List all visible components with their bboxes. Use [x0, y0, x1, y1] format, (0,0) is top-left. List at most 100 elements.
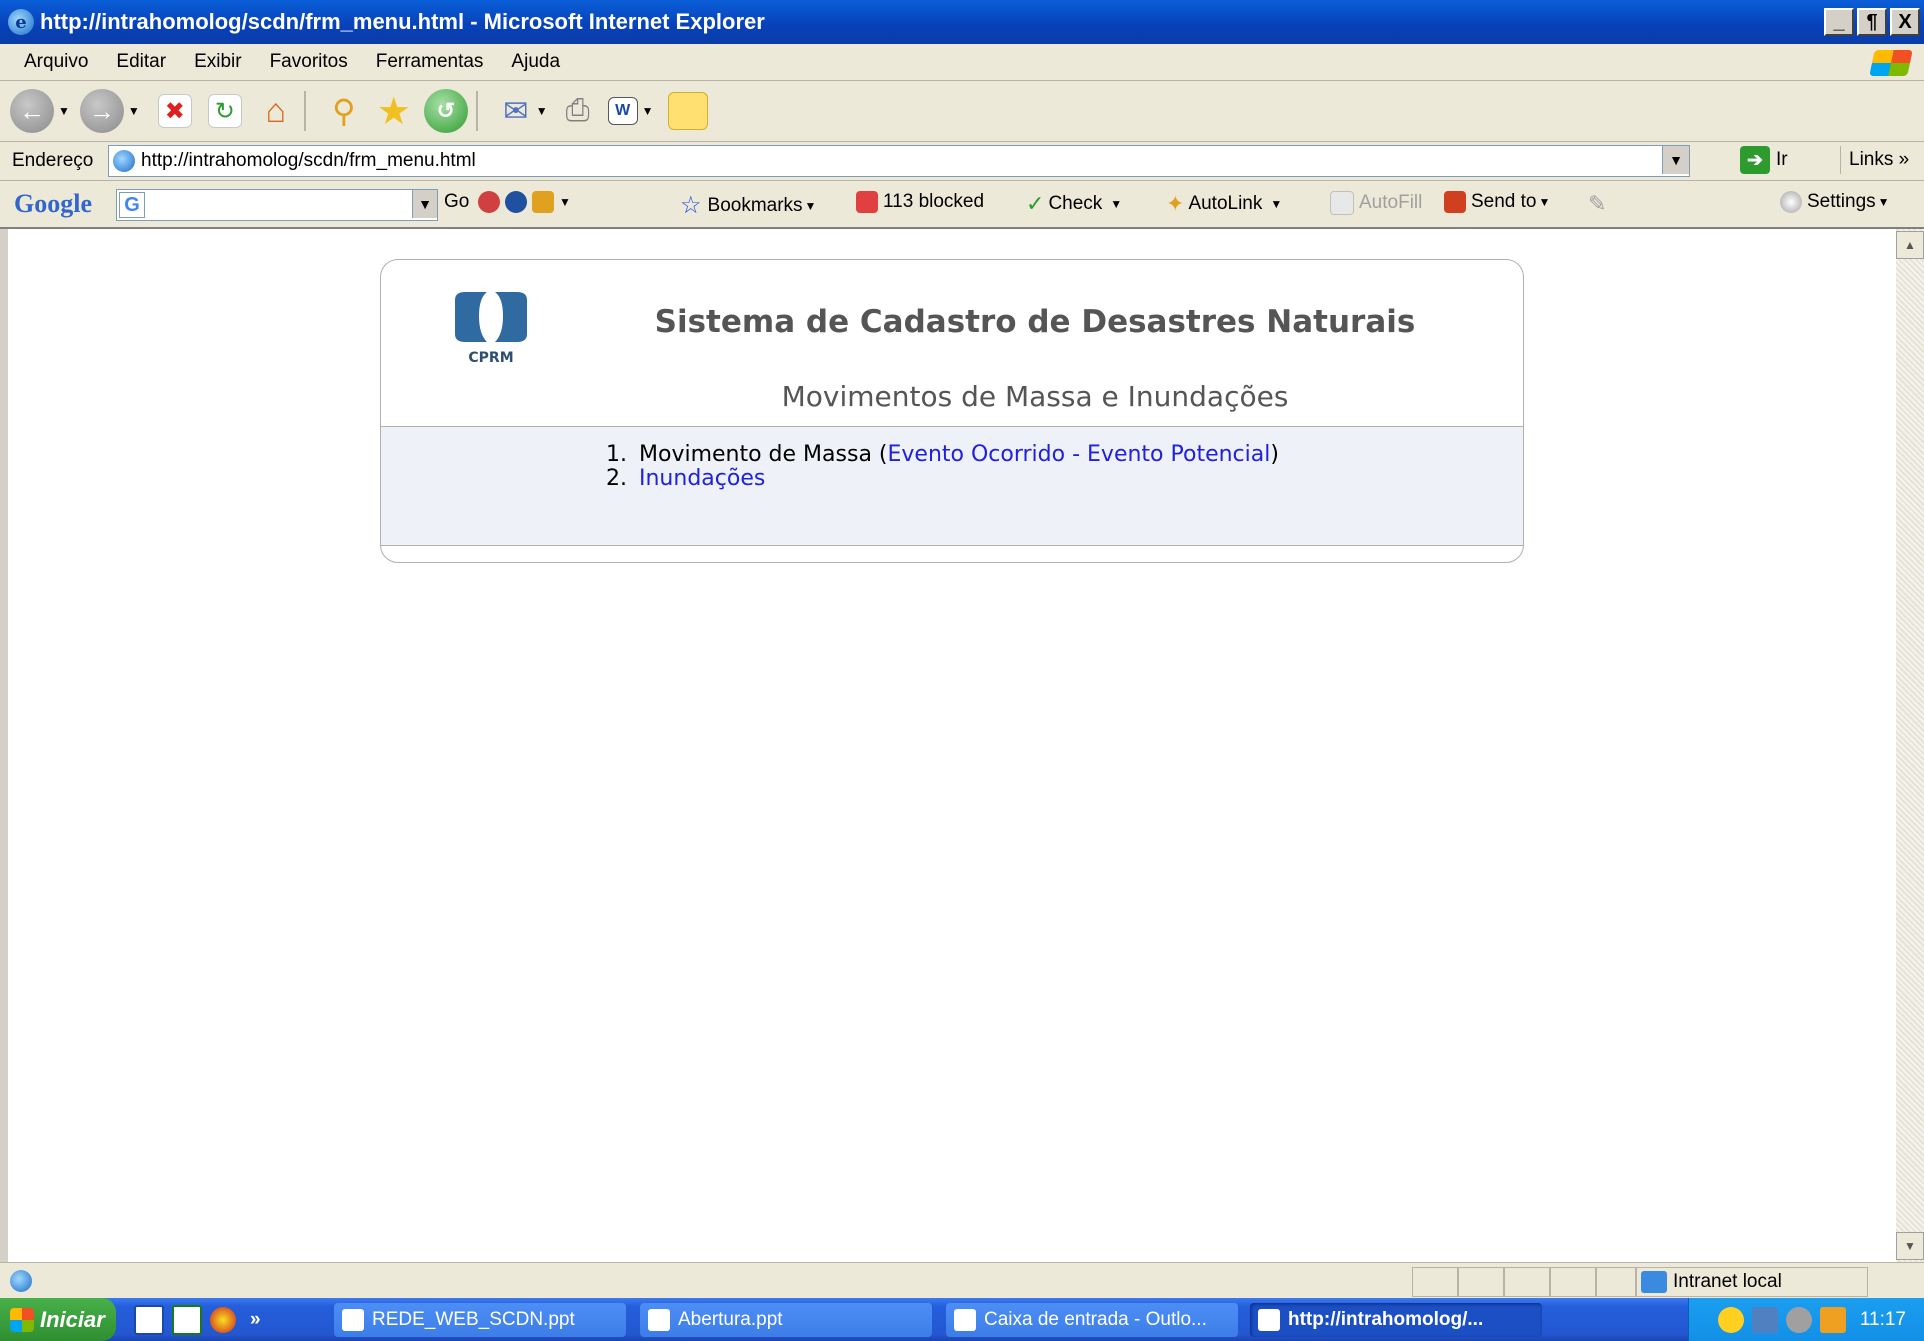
page-title: Sistema de Cadastro de Desastres Naturai… [654, 304, 1416, 340]
security-zone: Intranet local [1636, 1267, 1868, 1297]
quicklaunch-more[interactable]: » [250, 1309, 261, 1331]
google-g-icon[interactable]: G [119, 192, 145, 218]
stop-icon[interactable]: ✖ [157, 94, 192, 128]
mail-icon[interactable]: ✉ [496, 91, 536, 131]
bookmarks-star-icon: ☆ [680, 192, 702, 219]
go-arrow-icon: ➔ [1740, 146, 1770, 174]
task-internet-explorer[interactable]: http://intrahomolog/... [1250, 1303, 1542, 1337]
security-icon[interactable] [1717, 1306, 1744, 1333]
address-url[interactable]: http://intrahomolog/scdn/frm_menu.html [141, 150, 476, 172]
ie-task-icon [1258, 1309, 1280, 1331]
history-icon[interactable]: ↺ [423, 89, 468, 133]
bookmarks-button[interactable]: ☆ Bookmarks ▼ [680, 191, 816, 220]
word-icon[interactable] [134, 1304, 164, 1335]
spellcheck-button[interactable]: ✓ Check ▼ [1026, 191, 1122, 217]
menu-editar[interactable]: Editar [116, 51, 166, 73]
browse-icon[interactable] [505, 191, 527, 213]
address-dropdown-icon[interactable]: ▼ [1662, 146, 1689, 174]
autolink-button[interactable]: ✦ AutoLink ▼ [1166, 191, 1282, 217]
zone-label: Intranet local [1673, 1271, 1782, 1292]
page-viewport: CPRM Sistema de Cadastro de Desastres Na… [8, 229, 1896, 1262]
inundacoes-link[interactable]: Inundações [639, 467, 765, 491]
windows-logo-icon [10, 1307, 34, 1332]
menu-ferramentas[interactable]: Ferramentas [376, 51, 484, 73]
cprm-logo: CPRM [455, 292, 527, 366]
close-button[interactable]: X [1890, 8, 1920, 36]
tray-app-icon[interactable] [1785, 1306, 1812, 1333]
tray-tool-icon[interactable] [1819, 1306, 1846, 1333]
pagerank-icon[interactable] [478, 191, 500, 213]
restore-button[interactable]: ¶ [1857, 8, 1887, 36]
word-edit-icon[interactable]: W [607, 97, 638, 125]
task-outlook[interactable]: Caixa de entrada - Outlo... [946, 1303, 1238, 1337]
taskbar: Iniciar » REDE_WEB_SCDN.ppt Abertura.ppt… [0, 1298, 1924, 1341]
go-button[interactable]: ➔ Ir [1740, 146, 1788, 174]
edit-dropdown-icon[interactable]: ▼ [642, 104, 654, 118]
powerpoint-icon [342, 1309, 364, 1331]
back-dropdown-icon[interactable]: ▼ [58, 104, 70, 118]
intranet-icon [1641, 1271, 1667, 1293]
task-rede-web[interactable]: REDE_WEB_SCDN.ppt [334, 1303, 626, 1337]
browser-icon[interactable] [210, 1306, 236, 1333]
windows-flag-icon [1869, 50, 1913, 76]
settings-icon [1780, 191, 1802, 213]
highlight-icon[interactable] [532, 191, 554, 213]
spellcheck-icon: ✓ [1026, 191, 1045, 216]
outlook-icon [954, 1309, 976, 1331]
task-abertura[interactable]: Abertura.ppt [640, 1303, 932, 1337]
evento-ocorrido-link[interactable]: Evento Ocorrido [888, 443, 1066, 467]
autolink-icon: ✦ [1166, 191, 1185, 216]
google-tool-icons[interactable]: ▼ [478, 191, 571, 213]
menu-favoritos[interactable]: Favoritos [270, 51, 348, 73]
start-button[interactable]: Iniciar [0, 1298, 116, 1341]
refresh-icon[interactable]: ↻ [207, 94, 242, 128]
links-button[interactable]: Links » [1840, 146, 1909, 174]
window-title: http://intrahomolog/scdn/frm_menu.html -… [40, 9, 765, 34]
forward-icon[interactable]: → [79, 89, 124, 133]
minimize-button[interactable]: _ [1824, 8, 1854, 36]
mail-dropdown-icon[interactable]: ▼ [536, 104, 548, 118]
address-bar: Endereço http://intrahomolog/scdn/frm_me… [0, 142, 1924, 181]
svg-text:CPRM: CPRM [468, 350, 513, 366]
powerpoint-icon [648, 1309, 670, 1331]
network-icon[interactable] [1751, 1306, 1778, 1333]
scroll-down-icon[interactable]: ▼ [1896, 1232, 1924, 1260]
list-item-text: Movimento de Massa ( [639, 442, 888, 467]
list-item-number: 2. [606, 466, 627, 491]
scroll-up-icon[interactable]: ▲ [1896, 231, 1924, 259]
list-item-close: ) [1270, 442, 1279, 467]
start-label: Iniciar [40, 1306, 105, 1332]
forward-dropdown-icon[interactable]: ▼ [128, 104, 140, 118]
google-search-input[interactable]: G ▼ [116, 189, 438, 221]
menu-area: 1. Movimento de Massa (Evento Ocorrido -… [381, 426, 1523, 546]
autofill-button[interactable]: AutoFill [1330, 191, 1422, 215]
autofill-icon [1330, 191, 1354, 215]
tools-dropdown-icon[interactable]: ▼ [559, 195, 571, 209]
evento-potencial-link[interactable]: Evento Potencial [1087, 443, 1270, 467]
favorites-icon[interactable]: ★ [374, 91, 414, 133]
google-search-dropdown-icon[interactable]: ▼ [412, 190, 437, 218]
page-icon [113, 150, 135, 172]
google-logo[interactable]: Google [14, 189, 92, 219]
go-label: Ir [1776, 149, 1788, 170]
excel-icon[interactable] [172, 1304, 202, 1335]
vertical-scrollbar[interactable]: ▲ ▼ [1896, 229, 1924, 1262]
pencil-icon[interactable]: ✎ [1588, 191, 1606, 217]
menu-exibir[interactable]: Exibir [194, 51, 242, 73]
ie-icon: e [8, 9, 34, 35]
send-to-button[interactable]: Send to ▼ [1444, 191, 1550, 213]
messenger-note-icon[interactable] [667, 92, 708, 130]
home-icon[interactable]: ⌂ [256, 91, 296, 131]
list-item: 2. Inundações [581, 467, 1279, 491]
clock: 11:17 [1859, 1308, 1906, 1330]
search-icon[interactable]: ⚲ [324, 91, 364, 131]
print-icon[interactable]: ⎙ [558, 91, 598, 131]
google-go-button[interactable]: Go [444, 191, 469, 213]
settings-button[interactable]: Settings ▼ [1780, 191, 1890, 213]
menu-ajuda[interactable]: Ajuda [511, 51, 560, 73]
popup-blocker-button[interactable]: 113 blocked [856, 191, 984, 213]
address-input[interactable]: http://intrahomolog/scdn/frm_menu.html ▼ [108, 145, 1690, 177]
page-subtitle: Movimentos de Massa e Inundações [781, 380, 1289, 413]
menu-arquivo[interactable]: Arquivo [24, 51, 88, 73]
back-icon[interactable]: ← [10, 89, 54, 133]
